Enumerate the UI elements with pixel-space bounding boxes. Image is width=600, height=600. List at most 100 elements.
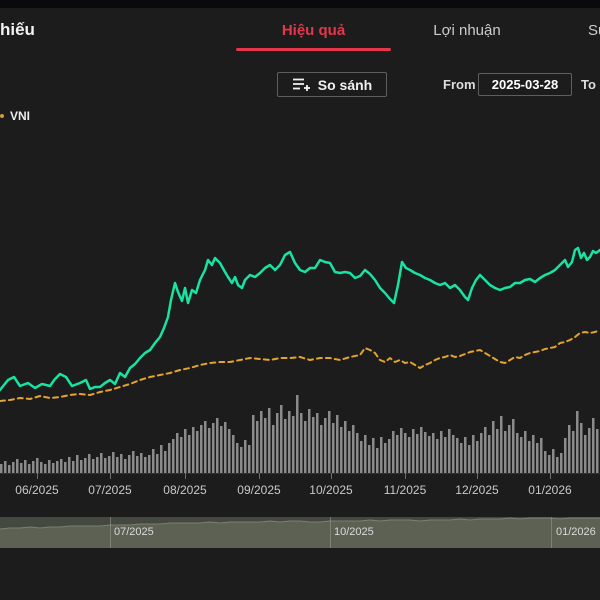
volume-bar [268, 408, 271, 473]
volume-bar [164, 451, 167, 473]
volume-bar [412, 429, 415, 473]
volume-bar [180, 437, 183, 473]
volume-bar [352, 425, 355, 473]
volume-bar [560, 453, 563, 473]
volume-bar [428, 436, 431, 473]
volume-bar [112, 452, 115, 473]
volume-bar [548, 455, 551, 473]
volume-bar [276, 413, 279, 473]
volume-bar [564, 438, 567, 473]
volume-bar [540, 438, 543, 473]
volume-bar [576, 411, 579, 473]
app-window: hiếu Hiệu quả Lợi nhuận Sự So sánh From … [0, 0, 600, 600]
volume-bar [436, 439, 439, 473]
x-axis-label: 12/2025 [455, 483, 499, 497]
volume-bar [360, 441, 363, 473]
volume-bar [472, 435, 475, 473]
volume-bar [4, 461, 7, 473]
chart-plot-area[interactable] [0, 0, 600, 517]
volume-bar [56, 461, 59, 473]
volume-bar [264, 418, 267, 473]
volume-bar [332, 423, 335, 473]
volume-bar [524, 431, 527, 473]
volume-bar [356, 433, 359, 473]
volume-bar [312, 417, 315, 473]
x-axis-label: 01/2026 [528, 483, 572, 497]
volume-bar [544, 451, 547, 473]
volume-bar [36, 458, 39, 473]
volume-bar [316, 413, 319, 473]
volume-bar [488, 435, 491, 473]
volume-bar [16, 459, 19, 473]
volume-bar [440, 431, 443, 473]
volume-bar [280, 405, 283, 473]
volume-bar [284, 419, 287, 473]
navigator-mini-area [0, 518, 600, 548]
volume-bar [568, 425, 571, 473]
volume-bar [24, 460, 27, 473]
volume-bar [572, 431, 575, 473]
volume-bar [380, 437, 383, 473]
volume-bar [52, 463, 55, 473]
volume-bar [240, 447, 243, 473]
volume-bar [236, 443, 239, 473]
vni-line[interactable] [0, 329, 600, 402]
volume-bar [348, 431, 351, 473]
volume-bar [228, 429, 231, 473]
volume-bar [272, 425, 275, 473]
volume-bar [156, 454, 159, 473]
volume-bar [420, 427, 423, 473]
volume-bar [496, 429, 499, 473]
volume-bar [100, 453, 103, 473]
navigator-scrubber[interactable] [0, 517, 600, 548]
x-axis-label: 10/2025 [309, 483, 353, 497]
x-axis-label: 07/2025 [88, 483, 132, 497]
volume-bar [152, 449, 155, 473]
navigator-label: 01/2026 [556, 526, 596, 538]
volume-bar [120, 454, 123, 473]
volume-bar [60, 459, 63, 473]
volume-bar [588, 428, 591, 473]
volume-bar [460, 443, 463, 473]
volume-bar [584, 435, 587, 473]
volume-bar [200, 425, 203, 473]
volume-bar [480, 433, 483, 473]
volume-bar [232, 435, 235, 473]
volume-bar [392, 431, 395, 473]
volume-bar [520, 437, 523, 473]
volume-bar [256, 421, 259, 473]
volume-bar [328, 411, 331, 473]
volume-bar [596, 429, 599, 473]
volume-bar [296, 395, 299, 473]
volume-bar [192, 427, 195, 473]
volume-bar [208, 428, 211, 473]
x-axis-label: 09/2025 [237, 483, 281, 497]
volume-bar [144, 457, 147, 473]
volume-bar [244, 440, 247, 473]
volume-bar [536, 443, 539, 473]
volume-bar [204, 421, 207, 473]
performance-line[interactable] [0, 246, 600, 392]
volume-bar [76, 455, 79, 473]
volume-bar [320, 425, 323, 473]
volume-bar [172, 439, 175, 473]
volume-bar [508, 425, 511, 473]
volume-bar [92, 459, 95, 473]
volume-bar [160, 445, 163, 473]
navigator-label: 10/2025 [334, 526, 374, 538]
volume-bar [136, 456, 139, 473]
volume-bar [260, 411, 263, 473]
volume-bar [140, 453, 143, 473]
volume-bar [580, 423, 583, 473]
volume-bar [184, 429, 187, 473]
volume-bar [344, 421, 347, 473]
volume-bar [384, 443, 387, 473]
volume-bar [176, 433, 179, 473]
volume-bar [40, 462, 43, 473]
volume-bar [416, 434, 419, 473]
volume-bar [340, 427, 343, 473]
volume-bar [324, 418, 327, 473]
volume-bar [8, 465, 11, 473]
volume-bar [72, 461, 75, 473]
volume-bar [84, 458, 87, 473]
